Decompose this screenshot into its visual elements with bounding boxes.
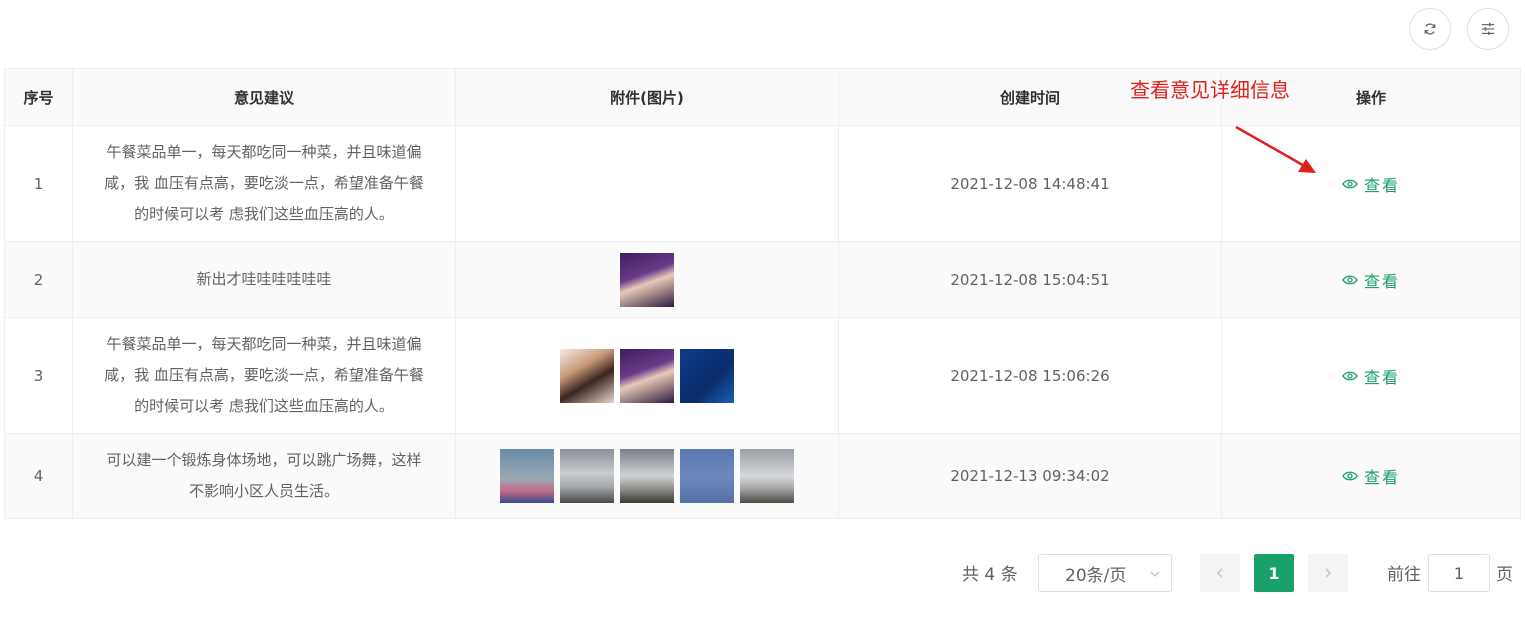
suggestion-line: 咸，我 血压有点高，要吃淡一点，希望准备午餐 [104,366,424,384]
suggestion-line: 午餐菜品单一，每天都吃同一种菜，并且味道偏 [106,143,422,161]
row-actions: 查看 [1221,241,1521,318]
view-button[interactable]: 查看 [1342,464,1400,488]
refresh-icon [1424,23,1436,35]
attachment-thumbnail[interactable] [500,449,554,503]
table-header-row: 序号 意见建议 附件(图片) 创建时间 操作 [4,68,1521,126]
attachment-thumbnail[interactable] [560,348,614,403]
pagination-total: 共 4 条 [962,565,1018,585]
chevron-left-icon [1216,568,1223,578]
prev-page-button[interactable] [1200,554,1240,592]
row-attachments [455,433,839,519]
attachment-thumbnail[interactable] [560,449,614,503]
row-suggestion: 午餐菜品单一，每天都吃同一种菜，并且味道偏 咸，我 血压有点高，要吃淡一点，希望… [72,125,456,242]
eye-icon [1342,471,1358,481]
chevron-right-icon [1325,568,1332,578]
suggestion-line: 的时候可以考 虑我们这些血压高的人。 [134,205,394,223]
chevron-down-icon [1150,571,1160,577]
suggestion-line: 午餐菜品单一，每天都吃同一种菜，并且味道偏 [106,335,422,353]
table-row: 4 可以建一个锻炼身体场地，可以跳广场舞，这样 不影响小区人员生活。 2021-… [4,433,1521,519]
page-unit-label: 页 [1496,565,1513,585]
pagination: 共 4 条 20条/页 1 前往 页 [0,554,1525,592]
page-number-button[interactable]: 1 [1254,554,1294,592]
suggestion-line: 新出才哇哇哇哇哇哇 [196,270,332,288]
attachment-thumbnail[interactable] [740,449,794,503]
attachment-thumbnail[interactable] [620,348,674,403]
row-attachments [455,317,839,434]
goto-page-input[interactable] [1428,554,1490,592]
row-suggestion: 新出才哇哇哇哇哇哇 [72,241,456,318]
annotation-text: 查看意见详细信息 [1130,78,1290,102]
attachment-thumbnail[interactable] [680,449,734,503]
suggestion-line: 的时候可以考 虑我们这些血压高的人。 [134,397,394,415]
view-button[interactable]: 查看 [1342,172,1400,196]
view-button[interactable]: 查看 [1342,268,1400,292]
row-suggestion: 可以建一个锻炼身体场地，可以跳广场舞，这样 不影响小区人员生活。 [72,433,456,519]
header-index: 序号 [4,68,73,126]
view-label: 查看 [1363,271,1400,291]
attachment-thumbnail[interactable] [620,252,674,307]
row-index: 2 [4,241,73,318]
attachment-thumbnail[interactable] [620,449,674,503]
sliders-icon [1481,22,1495,36]
row-created-time: 2021-12-08 15:06:26 [838,317,1222,434]
eye-icon [1342,371,1358,380]
row-suggestion: 午餐菜品单一，每天都吃同一种菜，并且味道偏 咸，我 血压有点高，要吃淡一点，希望… [72,317,456,434]
row-created-time: 2021-12-13 09:34:02 [838,433,1222,519]
refresh-button[interactable] [1409,8,1451,50]
row-actions: 查看 [1221,317,1521,434]
row-attachments [455,241,839,318]
table-row: 3 午餐菜品单一，每天都吃同一种菜，并且味道偏 咸，我 血压有点高，要吃淡一点，… [4,317,1521,434]
row-attachments [455,125,839,242]
view-button[interactable]: 查看 [1342,364,1400,388]
header-attachments: 附件(图片) [455,68,839,126]
header-suggestion: 意见建议 [72,68,456,126]
view-label: 查看 [1363,367,1400,387]
view-label: 查看 [1363,468,1400,487]
column-settings-button[interactable] [1467,8,1509,50]
page-size-select[interactable]: 20条/页 [1038,554,1172,592]
table-row: 2 新出才哇哇哇哇哇哇 2021-12-08 15:04:51 查看 [4,241,1521,318]
row-index: 1 [4,125,73,242]
row-actions: 查看 [1221,433,1521,519]
suggestion-line: 咸，我 血压有点高，要吃淡一点，希望准备午餐 [104,174,424,192]
row-created-time: 2021-12-08 14:48:41 [838,125,1222,242]
eye-icon [1342,275,1358,284]
suggestion-line: 可以建一个锻炼身体场地，可以跳广场舞，这样 [106,451,422,469]
page-size-value: 20条/页 [1065,565,1127,586]
goto-label: 前往 [1387,565,1421,585]
row-index: 3 [4,317,73,434]
attachment-thumbnail[interactable] [680,348,734,403]
row-created-time: 2021-12-08 15:04:51 [838,241,1222,318]
eye-icon [1342,179,1358,188]
suggestion-line: 不影响小区人员生活。 [188,482,339,500]
view-label: 查看 [1363,175,1400,195]
annotation-arrow-icon [1235,125,1316,173]
toolbar [1409,8,1509,50]
next-page-button[interactable] [1308,554,1348,592]
row-index: 4 [4,433,73,519]
